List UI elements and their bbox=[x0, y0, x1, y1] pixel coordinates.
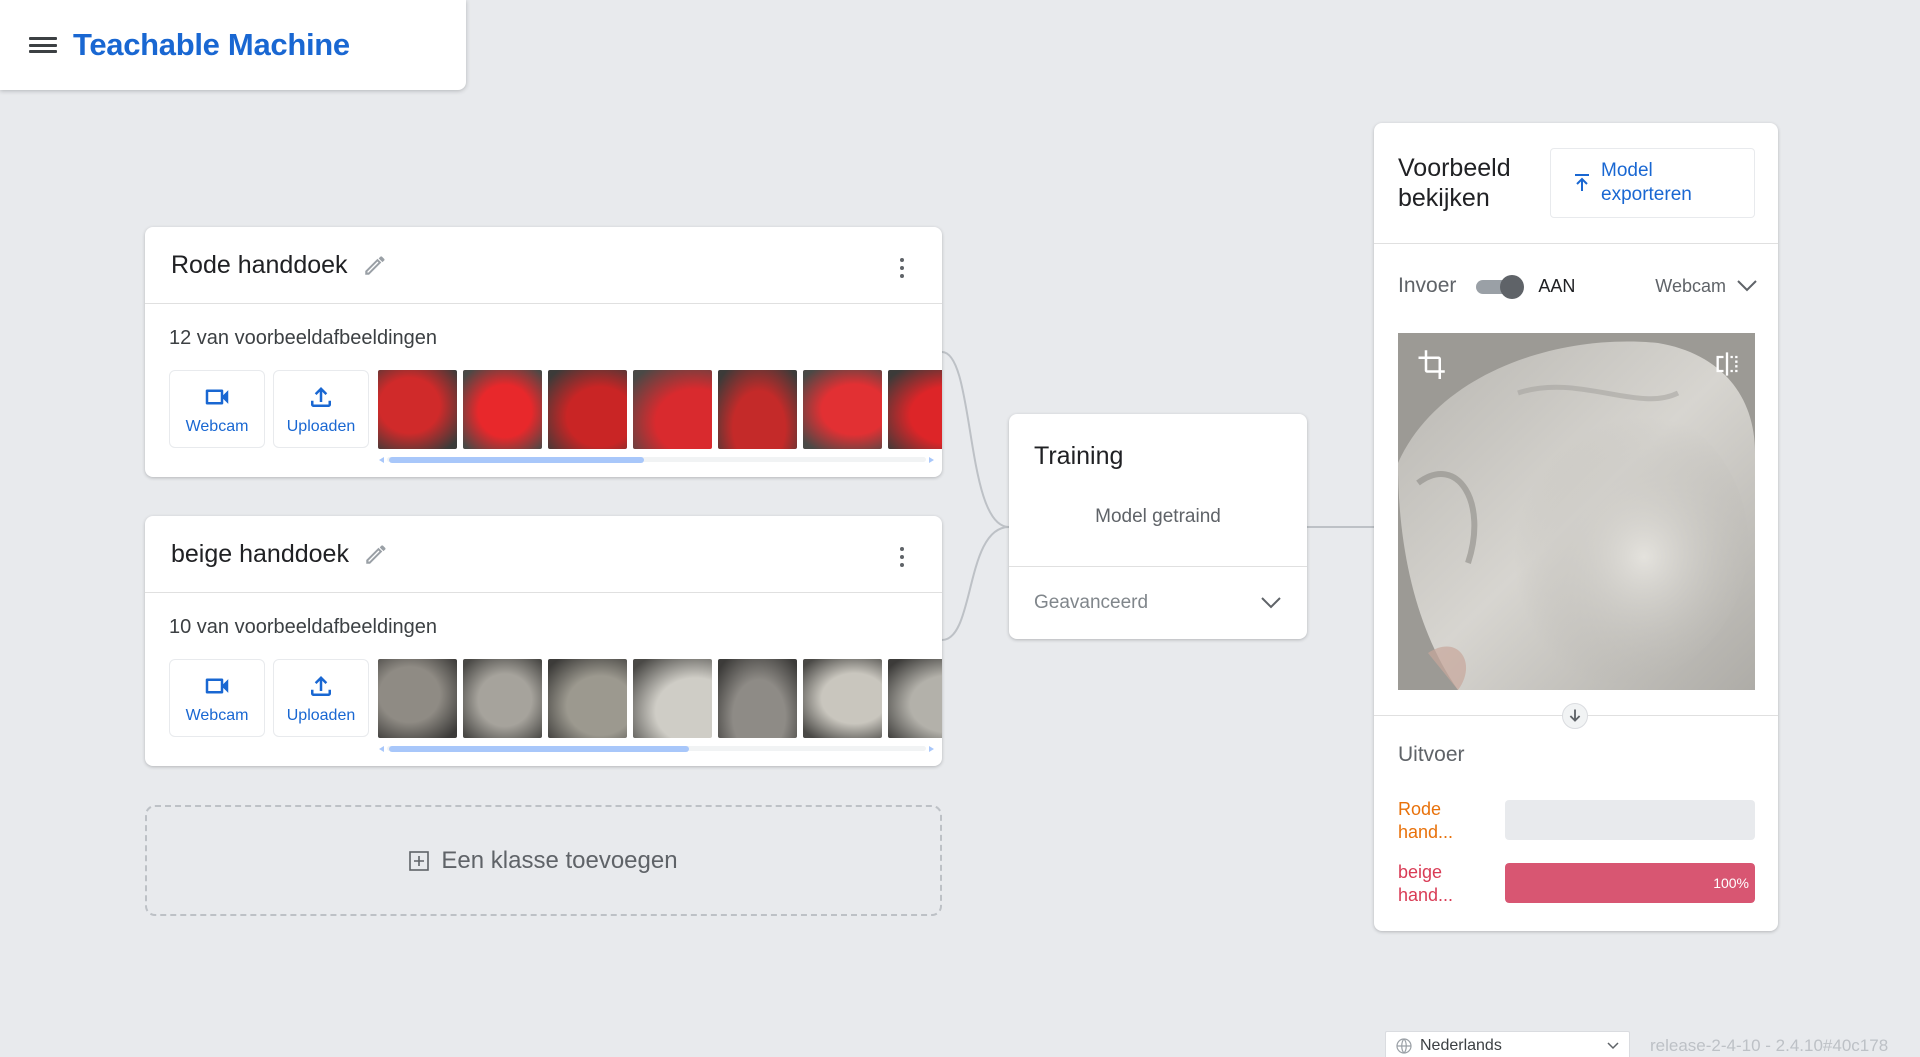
webcam-feed bbox=[1398, 333, 1755, 690]
video-camera-icon bbox=[205, 678, 229, 694]
sample-thumbnail[interactable] bbox=[548, 370, 627, 449]
output-row: Rode hand... bbox=[1398, 799, 1755, 844]
thumbnail-scrollbar[interactable] bbox=[379, 455, 934, 463]
class-header: beige handdoek bbox=[145, 516, 942, 593]
upload-icon bbox=[311, 676, 331, 696]
advanced-toggle[interactable]: Geavanceerd bbox=[1009, 566, 1307, 639]
sample-thumbnail[interactable] bbox=[463, 659, 542, 738]
input-label: Invoer bbox=[1398, 274, 1457, 297]
upload-label: Uploaden bbox=[286, 707, 356, 724]
chevron-down-icon bbox=[1737, 280, 1757, 292]
confidence-bar bbox=[1505, 800, 1755, 840]
sample-thumbnail[interactable] bbox=[803, 659, 882, 738]
pencil-icon[interactable] bbox=[363, 541, 389, 567]
webcam-image bbox=[1398, 333, 1755, 690]
training-title: Training bbox=[1034, 442, 1124, 470]
app-title[interactable]: Teachable Machine bbox=[73, 27, 350, 63]
pencil-icon[interactable] bbox=[362, 252, 388, 278]
thumbnail-scrollbar[interactable] bbox=[379, 744, 934, 752]
advanced-label: Geavanceerd bbox=[1034, 592, 1149, 613]
arrow-down-icon bbox=[1562, 703, 1588, 729]
crop-icon[interactable] bbox=[1416, 349, 1446, 379]
app-header: Teachable Machine bbox=[0, 0, 466, 90]
toggle-state: AAN bbox=[1538, 275, 1576, 296]
sample-count: 12 van voorbeeldafbeeldingen bbox=[169, 327, 437, 349]
preview-title: Voorbeeld bekijken bbox=[1398, 154, 1511, 212]
add-class-label: Een klasse toevoegen bbox=[441, 846, 678, 874]
webcam-label: Webcam bbox=[185, 418, 249, 435]
webcam-label: Webcam bbox=[185, 707, 249, 724]
sample-thumbnail[interactable] bbox=[633, 370, 712, 449]
class-name[interactable]: beige handdoek bbox=[171, 540, 349, 569]
sample-thumbnails bbox=[378, 370, 942, 449]
training-status: Model getraind bbox=[1095, 506, 1221, 527]
sample-thumbnail[interactable] bbox=[718, 370, 797, 449]
export-label: Model exporteren bbox=[1601, 160, 1692, 205]
output-row: beige hand... 100% bbox=[1398, 862, 1755, 907]
output-label: beige hand... bbox=[1398, 862, 1454, 905]
globe-icon bbox=[1396, 1038, 1412, 1054]
class-card-rode-handdoek: Rode handdoek 12 van voorbeeldafbeelding… bbox=[145, 227, 942, 477]
webcam-button[interactable]: Webcam bbox=[169, 659, 265, 737]
language-value: Nederlands bbox=[1420, 1037, 1502, 1054]
sample-thumbnails bbox=[378, 659, 942, 738]
input-source-value: Webcam bbox=[1655, 275, 1726, 296]
confidence-bar: 100% bbox=[1505, 863, 1755, 903]
add-box-icon bbox=[409, 850, 430, 871]
sample-thumbnail[interactable] bbox=[718, 659, 797, 738]
input-toggle[interactable] bbox=[1476, 275, 1525, 299]
sample-thumbnail[interactable] bbox=[378, 370, 457, 449]
upload-button[interactable]: Uploaden bbox=[273, 370, 369, 448]
preview-panel: Voorbeeld bekijken Model exporteren Invo… bbox=[1374, 123, 1778, 931]
training-panel: Training Model getraind Geavanceerd bbox=[1009, 414, 1307, 639]
language-select[interactable]: Nederlands bbox=[1385, 1031, 1630, 1057]
webcam-button[interactable]: Webcam bbox=[169, 370, 265, 448]
confidence-percent: 100% bbox=[1713, 875, 1749, 891]
flip-icon[interactable] bbox=[1713, 349, 1741, 379]
sample-thumbnail[interactable] bbox=[888, 370, 942, 449]
add-class-button[interactable]: Een klasse toevoegen bbox=[145, 805, 942, 916]
export-model-button[interactable]: Model exporteren bbox=[1550, 148, 1755, 218]
chevron-down-icon bbox=[1261, 597, 1281, 609]
video-camera-icon bbox=[205, 389, 229, 405]
upload-label: Uploaden bbox=[286, 418, 356, 435]
output-label: Rode hand... bbox=[1398, 799, 1454, 842]
sample-thumbnail[interactable] bbox=[548, 659, 627, 738]
input-row: Invoer AAN Webcam bbox=[1398, 271, 1758, 301]
export-icon bbox=[1575, 174, 1589, 191]
sample-thumbnail[interactable] bbox=[888, 659, 942, 738]
class-name[interactable]: Rode handdoek bbox=[171, 251, 348, 280]
sample-count: 10 van voorbeeldafbeeldingen bbox=[169, 616, 437, 638]
input-source-select[interactable]: Webcam bbox=[1655, 276, 1758, 297]
menu-icon[interactable] bbox=[29, 34, 57, 56]
sample-thumbnail[interactable] bbox=[803, 370, 882, 449]
class-header: Rode handdoek bbox=[145, 227, 942, 304]
version-label: release-2-4-10 - 2.4.10#40c178 bbox=[1650, 1036, 1889, 1055]
sample-thumbnail[interactable] bbox=[633, 659, 712, 738]
class-card-beige-handdoek: beige handdoek 10 van voorbeeldafbeeldin… bbox=[145, 516, 942, 766]
upload-button[interactable]: Uploaden bbox=[273, 659, 369, 737]
upload-icon bbox=[311, 387, 331, 407]
sample-thumbnail[interactable] bbox=[378, 659, 457, 738]
output-title: Uitvoer bbox=[1398, 743, 1465, 766]
chevron-down-icon bbox=[1607, 1042, 1619, 1050]
sample-thumbnail[interactable] bbox=[463, 370, 542, 449]
more-options-icon[interactable] bbox=[900, 547, 906, 567]
more-options-icon[interactable] bbox=[900, 258, 906, 278]
